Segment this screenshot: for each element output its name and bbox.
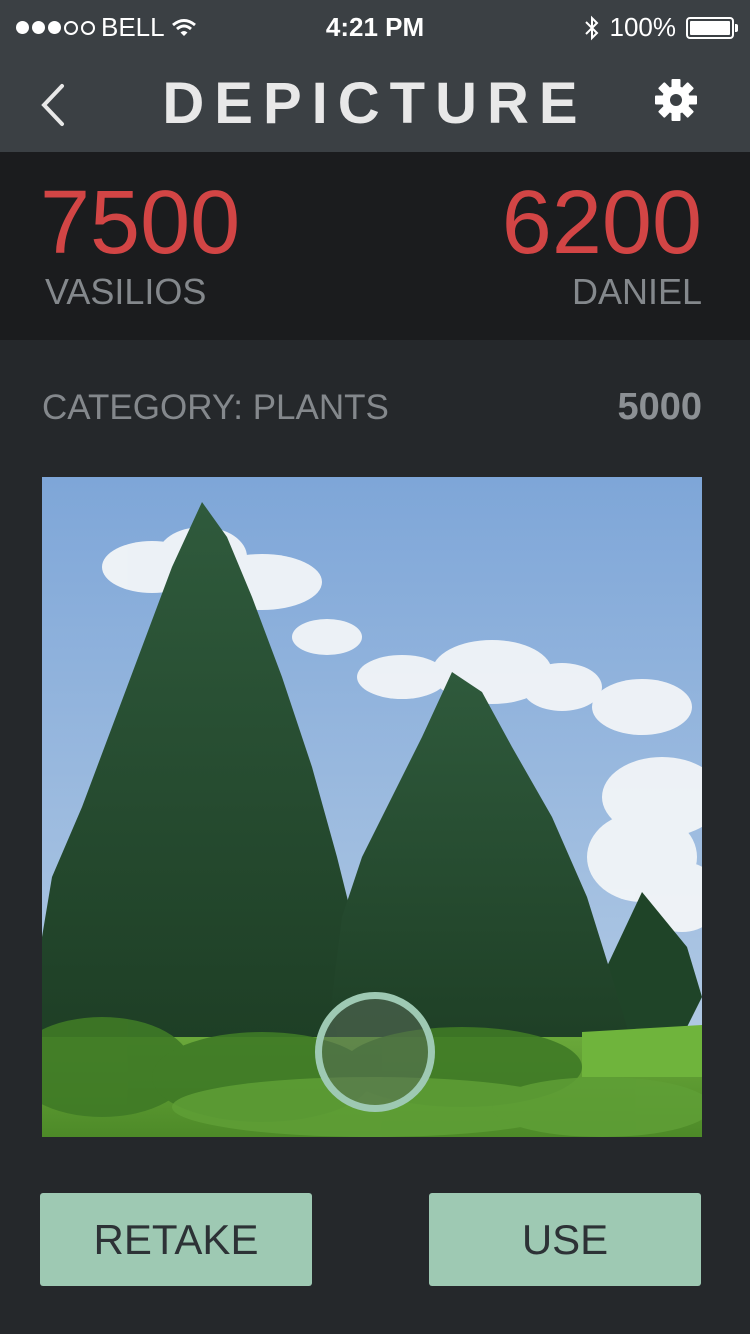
battery-percent: 100% [609,12,677,42]
use-button[interactable]: USE [429,1193,701,1286]
retake-button[interactable]: RETAKE [40,1193,312,1286]
gear-icon [655,79,697,121]
battery-icon [686,16,738,39]
player2-name: DANIEL [571,271,702,312]
player1-score-block: 7500 VASILIOS [40,176,240,312]
status-right: 100% [584,12,738,43]
player1-name: VASILIOS [45,271,207,312]
scoreboard: 7500 VASILIOS 6200 DANIEL [0,152,750,340]
round-points: 5000 [617,386,702,428]
player1-score: 7500 [40,173,241,273]
nav-bar: DEPICTURE [0,56,750,152]
app-title: DEPICTURE [162,71,588,136]
bluetooth-icon [584,15,598,40]
player2-score-block: 6200 DANIEL [502,176,702,312]
status-bar: BELL 4:21 PM 100% [0,0,750,56]
category-label: CATEGORY: PLANTS [42,388,389,427]
settings-button[interactable] [652,76,700,124]
player2-score: 6200 [501,173,702,273]
capture-focus-ring[interactable] [315,992,435,1112]
captured-photo [42,477,702,1137]
